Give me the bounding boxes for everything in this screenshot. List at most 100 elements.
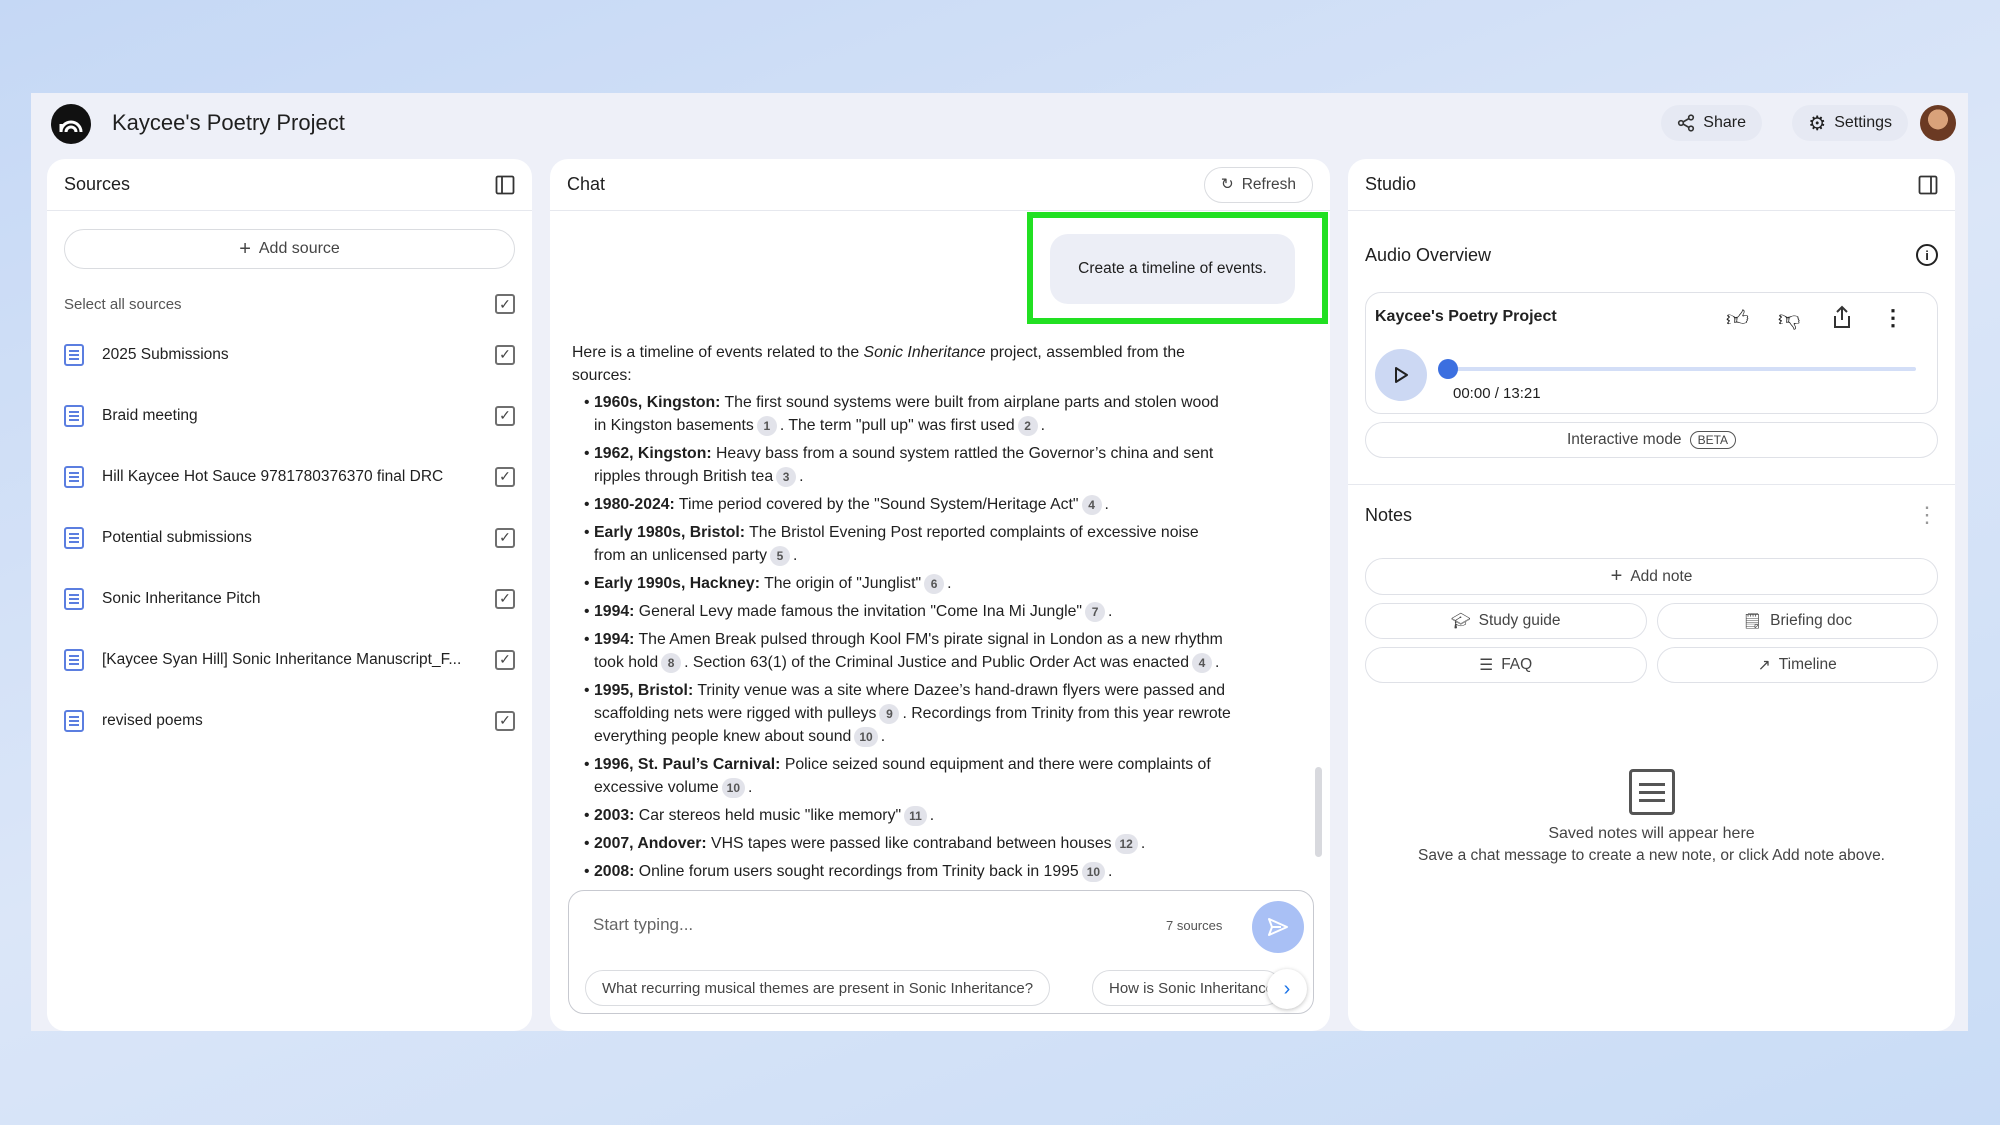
add-source-button[interactable]: +Add source [64, 229, 515, 269]
timeline-item: 1996, St. Paul’s Carnival: Police seized… [572, 753, 1232, 799]
collapse-panel-icon[interactable] [495, 175, 515, 195]
empty-title: Saved notes will appear here [1348, 825, 1955, 843]
avatar[interactable] [1920, 105, 1956, 141]
document-icon [64, 710, 84, 732]
timeline-text: . [1108, 863, 1112, 880]
source-name: Braid meeting [102, 407, 495, 425]
timeline-item: 1994: General Levy made famous the invit… [572, 600, 1232, 623]
gear-icon: ⚙ [1808, 111, 1826, 136]
source-item[interactable]: Hill Kaycee Hot Sauce 9781780376370 fina… [47, 446, 532, 507]
briefing-doc-button[interactable]: 🗒︎Briefing doc [1657, 603, 1939, 639]
sources-panel: Sources +Add source Select all sources✓ … [47, 159, 532, 1031]
chat-input[interactable]: Start typing... [593, 915, 693, 935]
citation-chip[interactable]: 4 [1082, 495, 1102, 515]
timeline-text: . The term "pull up" was first used [780, 417, 1015, 434]
timeline-item: 2007, Andover: VHS tapes were passed lik… [572, 832, 1232, 855]
top-bar: Kaycee's Poetry Project Share ⚙ Settings [31, 93, 1968, 157]
source-name: Hill Kaycee Hot Sauce 9781780376370 fina… [102, 468, 495, 486]
citation-chip[interactable]: 5 [770, 546, 790, 566]
send-button[interactable] [1252, 901, 1304, 953]
timeline-item: 1980-2024: Time period covered by the "S… [572, 493, 1232, 516]
play-icon [1393, 366, 1409, 384]
timeline-text: General Levy made famous the invitation … [634, 603, 1082, 620]
citation-chip[interactable]: 1 [757, 416, 777, 436]
timeline-button[interactable]: ↗ Timeline [1657, 647, 1939, 683]
notes-empty-state: Saved notes will appear here Save a chat… [1348, 769, 1955, 865]
refresh-button[interactable]: ↻Refresh [1204, 167, 1313, 203]
add-note-button[interactable]: +Add note [1365, 558, 1938, 595]
more-vert-icon[interactable]: ⋮ [1916, 502, 1938, 528]
source-item[interactable]: Braid meeting✓ [47, 385, 532, 446]
source-checkbox[interactable]: ✓ [495, 650, 515, 670]
chat-scrollbar[interactable] [1315, 767, 1322, 857]
faq-button[interactable]: ☰FAQ [1365, 647, 1647, 683]
suggestion-chip[interactable]: How is Sonic Inheritance [1092, 970, 1282, 1006]
citation-chip[interactable]: 10 [1082, 862, 1105, 882]
timeline-item: 1994: The Amen Break pulsed through Kool… [572, 628, 1232, 674]
interactive-mode-button[interactable]: Interactive modeBETA [1365, 422, 1938, 458]
notebook-title[interactable]: Kaycee's Poetry Project [112, 110, 345, 136]
notebooklm-logo-icon[interactable] [51, 104, 91, 144]
share-icon [1677, 114, 1695, 132]
source-checkbox[interactable]: ✓ [495, 711, 515, 731]
timeline-label: 1980-2024: [594, 496, 675, 513]
citation-chip[interactable]: 12 [1115, 834, 1138, 854]
thumbs-up-icon[interactable]: 👍︎ [1726, 305, 1749, 332]
source-item[interactable]: revised poems✓ [47, 690, 532, 751]
settings-button[interactable]: ⚙ Settings [1792, 105, 1908, 141]
citation-chip[interactable]: 9 [879, 704, 899, 724]
timeline-text: . [881, 728, 885, 745]
suggestion-chip[interactable]: What recurring musical themes are presen… [585, 970, 1050, 1006]
citation-chip[interactable]: 7 [1085, 602, 1105, 622]
timeline-label: 1962, Kingston: [594, 445, 712, 462]
citation-chip[interactable]: 11 [904, 806, 927, 826]
play-button[interactable] [1375, 349, 1427, 401]
citation-chip[interactable]: 10 [854, 727, 877, 747]
collapse-panel-icon[interactable] [1918, 175, 1938, 195]
source-item[interactable]: Sonic Inheritance Pitch✓ [47, 568, 532, 629]
citation-chip[interactable]: 4 [1192, 653, 1212, 673]
more-vert-icon[interactable]: ⋮ [1882, 305, 1904, 331]
source-checkbox[interactable]: ✓ [495, 406, 515, 426]
interactive-mode-label: Interactive mode [1567, 431, 1682, 449]
share-button[interactable]: Share [1661, 105, 1762, 141]
source-checkbox[interactable]: ✓ [495, 345, 515, 365]
source-item[interactable]: [Kaycee Syan Hill] Sonic Inheritance Man… [47, 629, 532, 690]
info-icon[interactable]: i [1916, 244, 1938, 266]
citation-chip[interactable]: 2 [1018, 416, 1038, 436]
timeline-icon: ↗ [1758, 656, 1771, 675]
timeline-text: . [1108, 603, 1112, 620]
select-all-checkbox[interactable]: ✓ [495, 294, 515, 314]
timeline-label: 2008: [594, 863, 634, 880]
citation-chip[interactable]: 3 [776, 467, 796, 487]
add-source-label: Add source [259, 240, 340, 258]
graduation-cap-icon: 🎓︎ [1451, 612, 1471, 631]
timeline-list: 1960s, Kingston: The first sound systems… [572, 391, 1232, 883]
refresh-label: Refresh [1242, 176, 1296, 194]
audio-overview-title: Audio Overview [1365, 245, 1491, 266]
audio-progress-slider[interactable] [1446, 367, 1916, 371]
chat-input-box: Start typing... 7 sources What recurring… [568, 890, 1314, 1014]
source-checkbox[interactable]: ✓ [495, 528, 515, 548]
citation-chip[interactable]: 8 [661, 653, 681, 673]
document-icon [64, 527, 84, 549]
notes-icon [1629, 769, 1675, 815]
document-icon [64, 588, 84, 610]
citation-chip[interactable]: 10 [722, 778, 745, 798]
source-checkbox[interactable]: ✓ [495, 589, 515, 609]
document-icon [64, 466, 84, 488]
user-message: Create a timeline of events. [1050, 234, 1295, 304]
citation-chip[interactable]: 6 [924, 574, 944, 594]
timeline-text: . Section 63(1) of the Criminal Justice … [684, 654, 1189, 671]
source-checkbox[interactable]: ✓ [495, 467, 515, 487]
chevron-right-icon[interactable]: › [1267, 969, 1307, 1009]
share-icon[interactable] [1832, 305, 1852, 329]
timeline-label: 1960s, Kingston: [594, 394, 720, 411]
timeline-label: Timeline [1779, 656, 1837, 674]
thumbs-down-icon[interactable]: 👎︎ [1778, 305, 1800, 332]
progress-knob[interactable] [1438, 359, 1458, 379]
source-item[interactable]: Potential submissions✓ [47, 507, 532, 568]
study-guide-button[interactable]: 🎓︎Study guide [1365, 603, 1647, 639]
source-item[interactable]: 2025 Submissions✓ [47, 324, 532, 385]
intro-text: Here is a timeline of events related to … [572, 344, 864, 361]
